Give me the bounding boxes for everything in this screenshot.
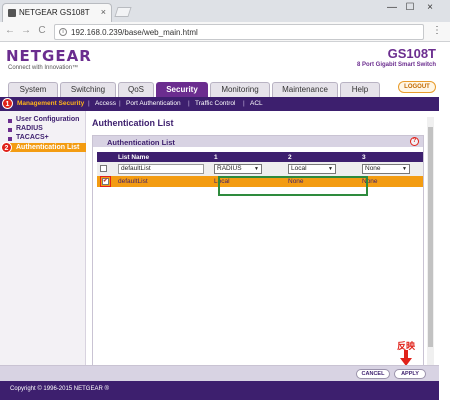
subnav-separator: | bbox=[188, 100, 190, 107]
tab-close-icon[interactable]: × bbox=[101, 7, 106, 17]
netgear-logo: NETGEAR bbox=[6, 47, 92, 65]
model-name: GS108T bbox=[387, 46, 436, 61]
subnav-acl[interactable]: ACL bbox=[250, 100, 263, 107]
bullet-icon bbox=[8, 128, 12, 132]
row-method3: None bbox=[359, 176, 423, 187]
reload-icon[interactable]: C bbox=[36, 25, 48, 36]
main-nav: System Switching QoS Security Monitoring… bbox=[0, 80, 450, 97]
copyright-text: Copyright © 1996-2015 NETGEAR ® bbox=[10, 386, 109, 392]
arrow-down-icon bbox=[400, 350, 412, 366]
method1-select[interactable]: RADIUS ▼ bbox=[214, 164, 262, 174]
main-content: Authentication List Authentication List … bbox=[86, 111, 427, 381]
scroll-thumb[interactable] bbox=[428, 127, 433, 347]
row-checkbox-highlight: ✔ bbox=[100, 176, 111, 187]
row-checkbox[interactable]: ✔ bbox=[102, 178, 109, 185]
cancel-button[interactable]: CANCEL bbox=[356, 369, 390, 379]
method3-value: None bbox=[365, 165, 381, 172]
tab-monitoring[interactable]: Monitoring bbox=[210, 82, 270, 97]
bullet-icon bbox=[8, 137, 12, 141]
highlight-box-methods bbox=[218, 176, 368, 196]
back-icon[interactable]: ← bbox=[4, 25, 16, 36]
url-text: 192.168.0.239/base/web_main.html bbox=[71, 28, 198, 37]
page-title: Authentication List bbox=[92, 118, 174, 128]
dropdown-arrow-icon: ▼ bbox=[402, 166, 407, 172]
logout-button[interactable]: LOGOUT bbox=[398, 81, 436, 93]
dropdown-arrow-icon: ▼ bbox=[328, 166, 333, 172]
help-icon[interactable]: ? bbox=[410, 137, 419, 146]
address-bar[interactable]: i 192.168.0.239/base/web_main.html bbox=[54, 24, 424, 40]
tab-switching[interactable]: Switching bbox=[60, 82, 116, 97]
column-header-1: 1 bbox=[211, 152, 285, 162]
row-list-name: defaultList bbox=[115, 176, 211, 187]
column-header-list-name: List Name bbox=[115, 152, 211, 162]
favicon-icon bbox=[8, 9, 16, 17]
apply-button[interactable]: APPLY bbox=[394, 369, 426, 379]
minimize-button[interactable]: — bbox=[384, 2, 400, 13]
edit-row-checkbox[interactable] bbox=[100, 165, 107, 173]
subnav-separator: | bbox=[243, 100, 245, 107]
window-frame bbox=[439, 43, 450, 400]
subnav-traffic-control[interactable]: Traffic Control bbox=[195, 100, 235, 107]
browser-toolbar: ← → C i 192.168.0.239/base/web_main.html… bbox=[0, 22, 450, 42]
page-content: NETGEAR Connect with Innovation™ GS108T … bbox=[0, 43, 450, 400]
tab-qos[interactable]: QoS bbox=[118, 82, 154, 97]
subnav-separator: | bbox=[119, 100, 121, 107]
tab-title: NETGEAR GS108T bbox=[19, 8, 90, 17]
maximize-button[interactable]: ☐ bbox=[402, 2, 418, 13]
bullet-icon bbox=[8, 119, 12, 123]
model-description: 8 Port Gigabit Smart Switch bbox=[356, 62, 436, 68]
sub-nav: 1 Management Security | Access | Port Au… bbox=[0, 97, 439, 111]
new-tab-button[interactable] bbox=[114, 7, 132, 17]
step-marker-2: 2 bbox=[1, 142, 12, 153]
button-bar: CANCEL APPLY bbox=[0, 365, 439, 381]
tab-strip: NETGEAR GS108T × — ☐ × bbox=[0, 0, 450, 22]
vertical-scrollbar[interactable] bbox=[427, 117, 434, 365]
sidebar-item-tacacs[interactable]: TACACS+ bbox=[16, 134, 49, 141]
dropdown-arrow-icon: ▼ bbox=[254, 166, 259, 172]
step-marker-1: 1 bbox=[2, 98, 13, 109]
info-icon[interactable]: i bbox=[59, 28, 67, 36]
logo-tagline: Connect with Innovation™ bbox=[8, 65, 79, 71]
auth-list-panel: Authentication List ? List Name 1 2 3 de… bbox=[92, 135, 424, 367]
edit-row: defaultList RADIUS ▼ Local ▼ None ▼ bbox=[97, 162, 423, 176]
menu-icon[interactable]: ⋮ bbox=[432, 25, 442, 36]
column-header-3: 3 bbox=[359, 152, 423, 162]
panel-title: Authentication List bbox=[107, 138, 175, 147]
table-header-row: List Name 1 2 3 bbox=[97, 152, 423, 162]
close-window-button[interactable]: × bbox=[422, 2, 438, 13]
subnav-management-security[interactable]: Management Security bbox=[17, 100, 84, 107]
method2-value: Local bbox=[291, 165, 307, 172]
page-footer: Copyright © 1996-2015 NETGEAR ® bbox=[0, 381, 439, 400]
method3-select[interactable]: None ▼ bbox=[362, 164, 410, 174]
subnav-access[interactable]: Access bbox=[95, 100, 116, 107]
tab-help[interactable]: Help bbox=[340, 82, 380, 97]
column-header-select bbox=[97, 152, 115, 162]
browser-tab[interactable]: NETGEAR GS108T × bbox=[2, 3, 112, 22]
method1-value: RADIUS bbox=[217, 165, 242, 172]
browser-window: NETGEAR GS108T × — ☐ × ← → C i 192.168.0… bbox=[0, 0, 450, 409]
sidebar: User Configuration RADIUS TACACS+ Authen… bbox=[0, 111, 86, 381]
sidebar-item-radius[interactable]: RADIUS bbox=[16, 125, 43, 132]
subnav-port-authentication[interactable]: Port Authentication bbox=[126, 100, 181, 107]
forward-icon[interactable]: → bbox=[20, 25, 32, 36]
tab-security[interactable]: Security bbox=[156, 82, 208, 97]
sidebar-item-authentication-list[interactable]: Authentication List bbox=[8, 143, 86, 152]
subnav-separator: | bbox=[88, 100, 90, 107]
method2-select[interactable]: Local ▼ bbox=[288, 164, 336, 174]
tab-system[interactable]: System bbox=[8, 82, 58, 97]
window-frame bbox=[0, 400, 450, 409]
tab-maintenance[interactable]: Maintenance bbox=[272, 82, 338, 97]
column-header-2: 2 bbox=[285, 152, 359, 162]
list-name-input[interactable]: defaultList bbox=[118, 164, 204, 174]
panel-header: Authentication List ? bbox=[93, 136, 423, 147]
sidebar-item-user-configuration[interactable]: User Configuration bbox=[16, 116, 79, 123]
